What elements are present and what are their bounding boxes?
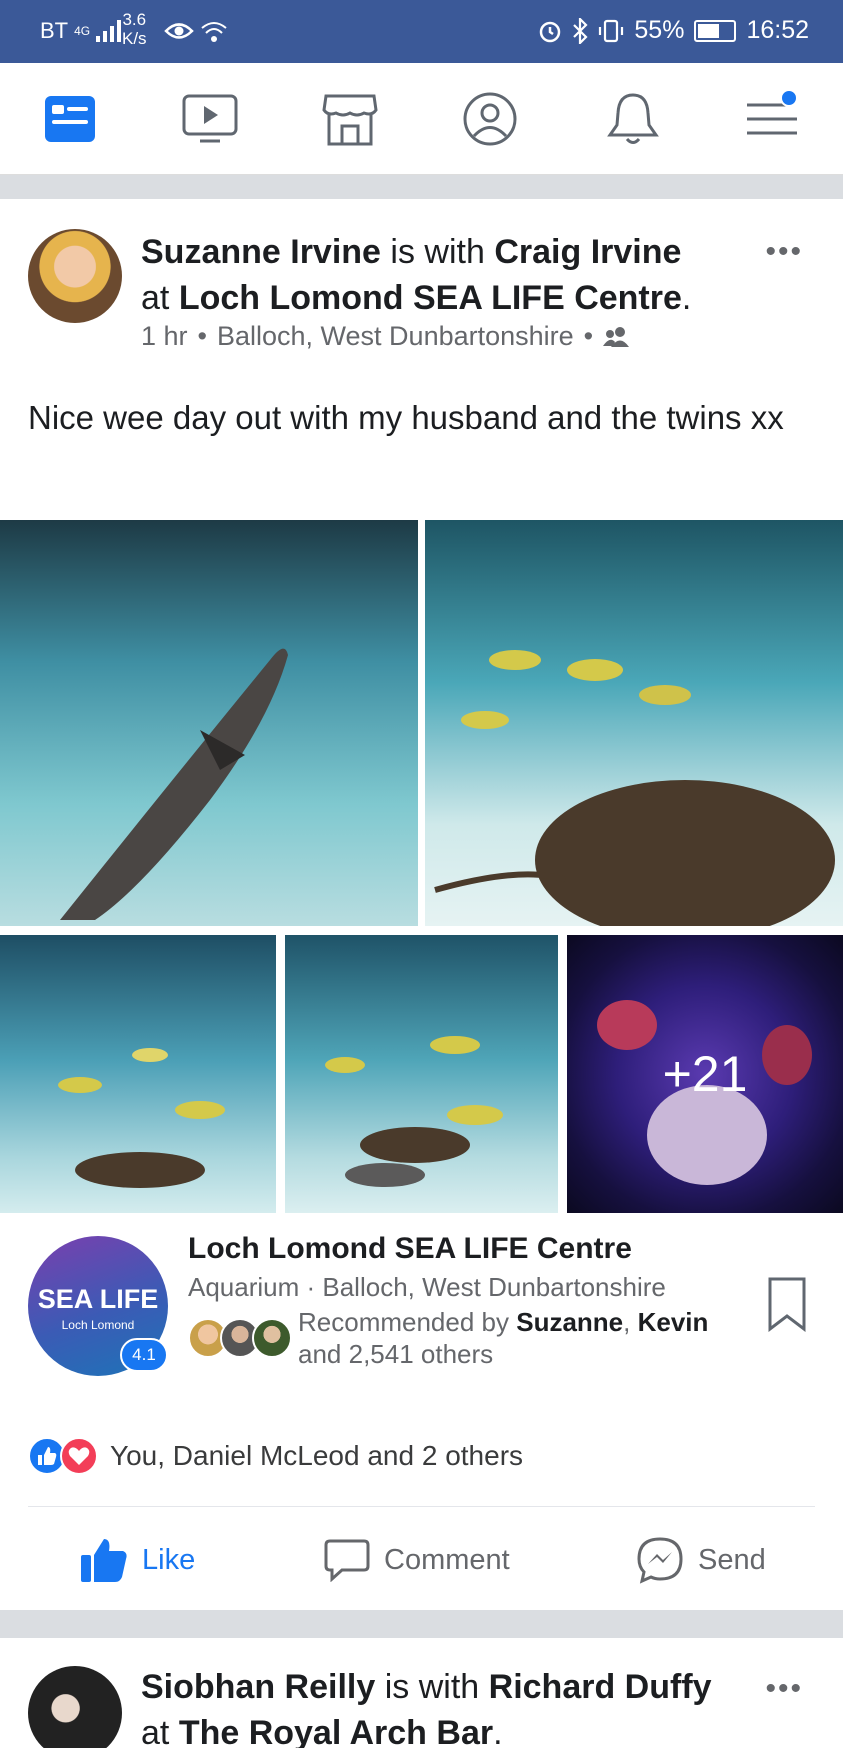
meta-dot: • (583, 321, 594, 351)
rec-suffix[interactable]: and 2,541 others (298, 1339, 493, 1369)
post-photo-1[interactable] (0, 520, 418, 926)
page-category: Aquarium · Balloch, West Dunbartonshire (188, 1272, 666, 1302)
post-meta: 1 hr • Balloch, West Dunbartonshire • (141, 321, 631, 352)
wifi-icon (201, 22, 227, 42)
author-avatar[interactable] (28, 1666, 122, 1748)
rec-name-1[interactable]: Suzanne (516, 1307, 623, 1337)
author-name[interactable]: Siobhan Reilly (141, 1668, 375, 1706)
bookmark-icon[interactable] (767, 1276, 807, 1332)
carrier-label: BT (40, 18, 69, 43)
clock: 16:52 (746, 16, 809, 44)
author-name[interactable]: Suzanne Irvine (141, 233, 381, 271)
status-bar: BT 4G 3.6 K/s 55% 16:52 (0, 0, 843, 63)
shark-shape (60, 648, 288, 920)
rec-name-2[interactable]: Kevin (638, 1307, 709, 1337)
news-feed-icon (45, 96, 95, 142)
tagged-person[interactable]: Craig Irvine (494, 233, 681, 271)
thumbs-up-icon (81, 1539, 127, 1582)
eye-icon (164, 23, 194, 39)
like-button[interactable]: Like (80, 1530, 195, 1590)
battery-icon (694, 19, 737, 42)
header-period: . (493, 1714, 503, 1748)
fish-shapes (325, 1036, 503, 1187)
nav-notifications[interactable] (603, 89, 663, 149)
header-period: . (681, 279, 692, 317)
nav-watch[interactable] (180, 89, 240, 149)
post-location[interactable]: Balloch, West Dunbartonshire (217, 321, 574, 352)
fish-shapes (58, 1048, 225, 1188)
nav-menu[interactable] (742, 89, 802, 149)
post-options-button[interactable]: ••• (765, 1672, 803, 1706)
bluetooth-icon (573, 17, 588, 44)
recommender-avatars (188, 1318, 298, 1360)
feed-divider (0, 175, 843, 199)
author-avatar[interactable] (28, 229, 122, 323)
recommendation-text: Recommended by Suzanne, Kevin and 2,541 … (298, 1306, 738, 1370)
more-photos-count: +21 (662, 1046, 748, 1102)
at-text: at (141, 279, 170, 317)
post-actions: Like Comment Send (0, 1520, 843, 1600)
marketplace-icon (322, 94, 378, 146)
page-name[interactable]: Loch Lomond SEA LIFE Centre (188, 1232, 632, 1266)
signal-group: BT 4G (40, 18, 122, 44)
feed-divider (0, 1610, 843, 1638)
with-text: is with (390, 233, 485, 271)
watch-icon (182, 94, 238, 143)
logo-brand: SEA LIFE (37, 1284, 159, 1314)
checkin-location[interactable]: Loch Lomond SEA LIFE Centre (179, 279, 682, 317)
comment-button[interactable]: Comment (324, 1530, 510, 1590)
profile-icon (463, 92, 517, 146)
with-text: is with (384, 1668, 480, 1706)
divider (28, 1506, 815, 1507)
comment-icon (324, 1539, 370, 1582)
rating-badge: 4.1 (120, 1338, 168, 1372)
signal-icon (96, 20, 122, 42)
ray-shape (434, 650, 835, 926)
reactions-summary[interactable]: You, Daniel McLeod and 2 others (28, 1437, 523, 1475)
post-time[interactable]: 1 hr (141, 321, 188, 352)
top-nav-bar (0, 63, 843, 175)
post-photo-4[interactable] (285, 935, 558, 1213)
status-right: 55% 16:52 (538, 16, 809, 45)
post-photo-2[interactable] (425, 520, 843, 926)
logo-sub: Loch Lomond (61, 1318, 135, 1332)
like-label: Like (142, 1543, 196, 1576)
send-label: Send (698, 1543, 766, 1576)
post-photo-3[interactable] (0, 935, 276, 1213)
rec-separator: , (623, 1307, 638, 1337)
post-header: Suzanne Irvine is with Craig Irvine at L… (141, 229, 741, 321)
battery-percent: 55% (634, 16, 685, 44)
checkin-location[interactable]: The Royal Arch Bar (179, 1714, 493, 1748)
post-options-button[interactable]: ••• (765, 235, 803, 269)
post-header: Siobhan Reilly is with Richard Duffy at … (141, 1664, 741, 1748)
tagged-person[interactable]: Richard Duffy (489, 1668, 712, 1706)
vibrate-icon (599, 19, 624, 42)
avatar (252, 1318, 292, 1358)
friends-icon (603, 326, 630, 347)
meta-dot: • (197, 321, 207, 351)
speed-value: 3.6 (122, 10, 147, 29)
nav-marketplace[interactable] (320, 89, 380, 149)
nav-profile[interactable] (460, 89, 520, 149)
alarm-icon (540, 21, 561, 42)
menu-badge (780, 89, 798, 107)
messenger-icon (637, 1537, 683, 1584)
rec-prefix: Recommended by (298, 1307, 517, 1337)
reactions-text: You, Daniel McLeod and 2 others (110, 1440, 524, 1471)
send-button[interactable]: Send (636, 1530, 766, 1590)
at-text: at (141, 1714, 170, 1748)
comment-label: Comment (384, 1543, 510, 1576)
post-photo-5[interactable]: +21 (567, 935, 843, 1213)
nav-news-feed[interactable] (40, 89, 100, 149)
bell-icon (607, 93, 659, 144)
love-reaction-icon (60, 1437, 98, 1475)
network-type: 4G (74, 24, 91, 38)
network-speed: 3.6 K/s (122, 10, 147, 48)
speed-unit: K/s (122, 29, 147, 48)
post-text: Nice wee day out with my husband and the… (28, 399, 784, 436)
